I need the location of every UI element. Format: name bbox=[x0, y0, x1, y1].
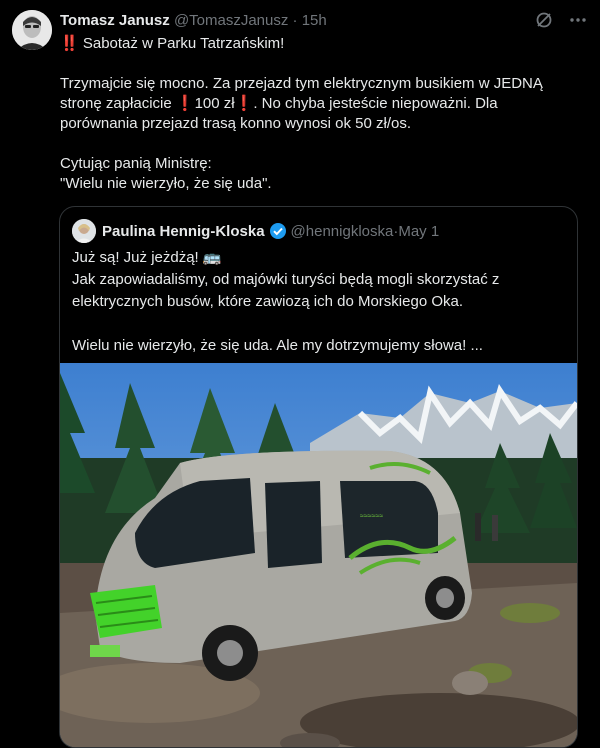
quoted-line-3: elektrycznych busów, które zawiozą ich d… bbox=[72, 293, 464, 310]
tweet-text: ‼️ Sabotaż w Parku Tatrzańskim! Trzymajc… bbox=[60, 34, 580, 194]
electric-bus-photo[interactable]: ≈≈≈≈≈≈ bbox=[60, 363, 577, 747]
exclamation-icon: ❗ bbox=[175, 95, 195, 112]
quoted-tweet[interactable]: Paulina Hennig-Kloska @hennigkloska · Ma… bbox=[59, 206, 578, 748]
tweet-line-6: "Wielu nie wierzyło, że się uda". bbox=[60, 175, 272, 192]
quoted-date: May 1 bbox=[398, 222, 440, 240]
quoted-text: Już są! Już jeżdżą! 🚌 Jak zapowiadaliśmy… bbox=[72, 247, 567, 357]
separator: · bbox=[292, 12, 298, 29]
tweet-line-5: Cytując panią Ministrę: bbox=[60, 155, 212, 172]
author-avatar[interactable] bbox=[12, 10, 52, 50]
grok-icon[interactable] bbox=[534, 10, 554, 30]
author-name[interactable]: Tomasz Janusz bbox=[60, 12, 170, 29]
tweet-line-2: Trzymajcie się mocno. Za przejazd tym el… bbox=[60, 75, 543, 92]
double-exclamation-icon: ‼️ bbox=[60, 35, 79, 52]
tweet[interactable]: Tomasz Janusz @TomaszJanusz · 15h ‼️ Sab… bbox=[0, 0, 600, 748]
quoted-header: Paulina Hennig-Kloska @hennigkloska · Ma… bbox=[72, 219, 439, 243]
exclamation-icon: ❗ bbox=[234, 95, 254, 112]
price: 100 zł bbox=[194, 95, 235, 112]
tweet-line-3a: stronę zapłacicie bbox=[60, 95, 176, 112]
quoted-author-name: Paulina Hennig-Kloska bbox=[102, 222, 265, 240]
tweet-time[interactable]: 15h bbox=[302, 12, 327, 29]
verified-badge-icon bbox=[269, 222, 287, 240]
quoted-line-4: Wielu nie wierzyło, że się uda. Ale my d… bbox=[72, 337, 483, 354]
header-actions bbox=[534, 10, 588, 30]
tweet-line-3b: . No chyba jesteście niepoważni. Dla bbox=[253, 95, 498, 112]
quoted-line-1: Już są! Już jeżdżą! 🚌 bbox=[72, 249, 222, 266]
quoted-line-2: Jak zapowiadaliśmy, od majówki turyści b… bbox=[72, 271, 500, 288]
quoted-author-avatar bbox=[72, 219, 96, 243]
author-handle[interactable]: @TomaszJanusz bbox=[174, 12, 288, 29]
tweet-line-1: Sabotaż w Parku Tatrzańskim! bbox=[78, 35, 285, 52]
more-icon[interactable] bbox=[568, 10, 588, 30]
quoted-author-handle: @hennigkloska bbox=[290, 222, 394, 240]
tweet-line-4: porównania przejazd trasą konno wynosi o… bbox=[60, 115, 412, 132]
tweet-header: Tomasz Janusz @TomaszJanusz · 15h bbox=[60, 12, 588, 34]
svg-text:≈≈≈≈≈≈: ≈≈≈≈≈≈ bbox=[360, 513, 383, 520]
